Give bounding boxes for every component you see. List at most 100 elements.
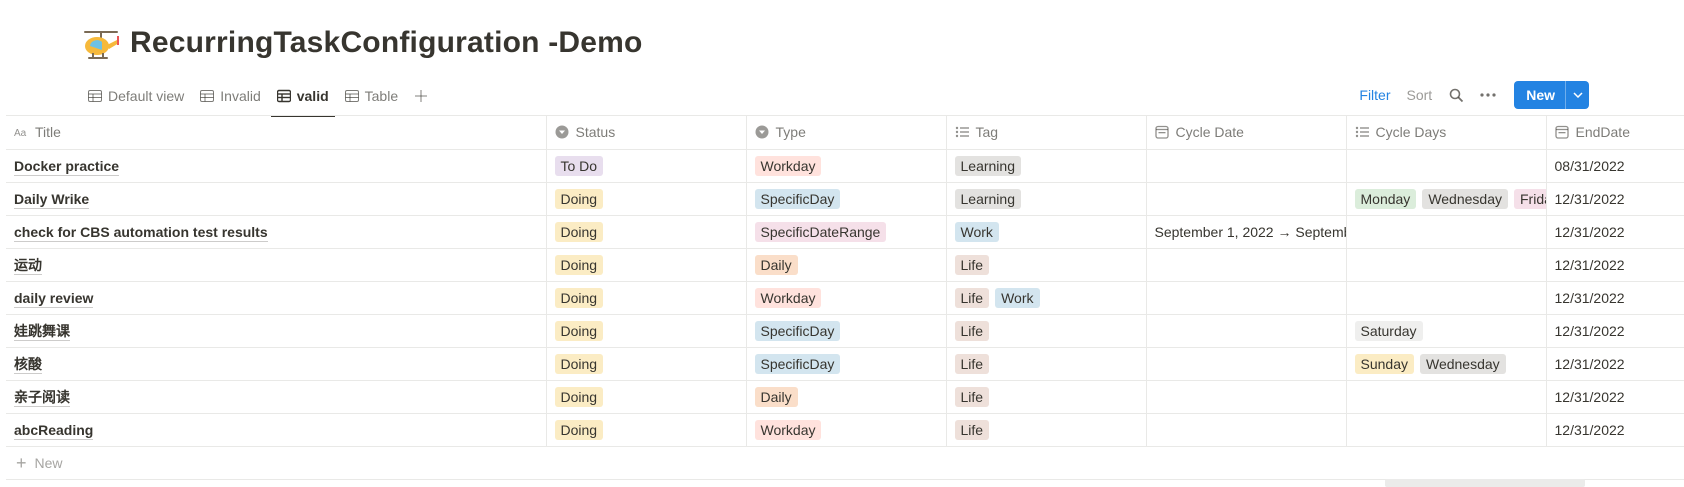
cell-title[interactable]: 运动 (6, 248, 547, 282)
cell-title[interactable]: 娃跳舞课 (6, 314, 547, 348)
cell-type[interactable]: Daily (746, 248, 947, 282)
cell-status[interactable]: Doing (546, 413, 747, 447)
cell-tag[interactable]: Life Work (946, 281, 1147, 315)
cell-title[interactable]: Docker practice (6, 149, 547, 183)
table-row[interactable]: 娃跳舞课 Doing SpecificDay Life Saturday 12/31/20… (6, 314, 1684, 348)
row-title[interactable]: check for CBS automation test results (14, 223, 268, 242)
cell-title[interactable]: Daily Wrike (6, 182, 547, 216)
cell-cycle-date[interactable] (1146, 347, 1347, 381)
column-header-end-date[interactable]: EndDate (1546, 116, 1684, 150)
cell-status[interactable]: Doing (546, 248, 747, 282)
cell-cycle-days[interactable] (1346, 248, 1547, 282)
table-row[interactable]: 运动 Doing Daily Life 12/31/2022 (6, 248, 1684, 282)
cell-cycle-date[interactable] (1146, 314, 1347, 348)
row-title[interactable]: Daily Wrike (14, 190, 90, 209)
cell-cycle-days[interactable] (1346, 281, 1547, 315)
row-title[interactable]: abcReading (14, 421, 94, 440)
tab-invalid[interactable]: Invalid (194, 82, 266, 110)
cell-cycle-days[interactable] (1346, 380, 1547, 414)
cell-cycle-date[interactable] (1146, 248, 1347, 282)
cell-tag[interactable]: Work (946, 215, 1147, 249)
sort-button[interactable]: Sort (1407, 87, 1433, 103)
cell-end-date[interactable]: 12/31/2022 (1546, 347, 1684, 381)
cell-end-date[interactable]: 12/31/2022 (1546, 380, 1684, 414)
table-row[interactable]: abcReading Doing Workday Life 12/31/2022 (6, 413, 1684, 447)
cell-cycle-days[interactable]: MondayWednesday Frida (1346, 182, 1547, 216)
cell-cycle-date[interactable] (1146, 281, 1347, 315)
row-title[interactable]: 运动 (14, 256, 42, 275)
cell-type[interactable]: Workday (746, 413, 947, 447)
cell-end-date[interactable]: 12/31/2022 (1546, 215, 1684, 249)
table-row[interactable]: Daily Wrike Doing SpecificDay Learning Monda… (6, 182, 1684, 216)
column-header-cycle-days[interactable]: Cycle Days (1346, 116, 1547, 150)
cell-type[interactable]: Workday (746, 281, 947, 315)
add-row-button[interactable]: + New (6, 447, 1684, 480)
cell-cycle-date[interactable] (1146, 413, 1347, 447)
row-title[interactable]: daily review (14, 289, 94, 308)
cell-end-date[interactable]: 12/31/2022 (1546, 248, 1684, 282)
column-header-cycle-date[interactable]: Cycle Date (1146, 116, 1347, 150)
cell-tag[interactable]: Life (946, 248, 1147, 282)
table-row[interactable]: daily review Doing Workday Life Work 12/31/20… (6, 281, 1684, 315)
cell-status[interactable]: Doing (546, 215, 747, 249)
column-header-tag[interactable]: Tag (946, 116, 1147, 150)
cell-cycle-days[interactable]: Sunday Wednesday (1346, 347, 1547, 381)
cell-cycle-date[interactable] (1146, 182, 1347, 216)
tab-table[interactable]: Table (339, 82, 404, 110)
cell-cycle-days[interactable]: Saturday (1346, 314, 1547, 348)
cell-tag[interactable]: Learning (946, 182, 1147, 216)
cell-end-date[interactable]: 12/31/2022 (1546, 314, 1684, 348)
cell-tag[interactable]: Learning (946, 149, 1147, 183)
cell-cycle-date[interactable] (1146, 149, 1347, 183)
table-row[interactable]: Docker practice To Do Workday Learning 08/31… (6, 149, 1684, 183)
cell-tag[interactable]: Life (946, 347, 1147, 381)
row-title[interactable]: 娃跳舞课 (14, 322, 70, 341)
row-title[interactable]: 亲子阅读 (14, 388, 70, 407)
chevron-down-icon[interactable] (1565, 81, 1589, 109)
column-header-type[interactable]: Type (746, 116, 947, 150)
cell-title[interactable]: check for CBS automation test results (6, 215, 547, 249)
cell-end-date[interactable]: 12/31/2022 (1546, 281, 1684, 315)
cell-title[interactable]: 亲子阅读 (6, 380, 547, 414)
cell-cycle-days[interactable] (1346, 149, 1547, 183)
cell-type[interactable]: SpecificDay (746, 182, 947, 216)
more-horizontal-icon[interactable] (1480, 87, 1496, 103)
cell-type[interactable]: SpecificDay (746, 347, 947, 381)
cell-tag[interactable]: Life (946, 314, 1147, 348)
new-button[interactable]: New (1514, 81, 1565, 109)
cell-status[interactable]: To Do (546, 149, 747, 183)
cell-tag[interactable]: Life (946, 413, 1147, 447)
cell-cycle-days[interactable] (1346, 413, 1547, 447)
table-row[interactable]: 亲子阅读 Doing Daily Life 12/31/2022 (6, 380, 1684, 414)
table-row[interactable]: check for CBS automation test results Doi… (6, 215, 1684, 249)
add-view-button[interactable] (408, 82, 434, 110)
cell-cycle-date[interactable]: September 1, 2022 → Septemb (1146, 215, 1347, 249)
column-header-status[interactable]: Status (546, 116, 747, 150)
cell-type[interactable]: SpecificDay (746, 314, 947, 348)
cell-status[interactable]: Doing (546, 281, 747, 315)
row-title[interactable]: Docker practice (14, 157, 120, 176)
cell-type[interactable]: Workday (746, 149, 947, 183)
row-title[interactable]: 核酸 (14, 355, 42, 374)
cell-end-date[interactable]: 08/31/2022 (1546, 149, 1684, 183)
table-row[interactable]: 核酸 Doing SpecificDay Life Sunday Wednesday 12/… (6, 347, 1684, 381)
cell-type[interactable]: SpecificDateRange (746, 215, 947, 249)
cell-cycle-days[interactable] (1346, 215, 1547, 249)
horizontal-scrollbar[interactable] (1385, 479, 1585, 487)
tab-valid[interactable]: valid (270, 82, 335, 117)
cell-title[interactable]: 核酸 (6, 347, 547, 381)
tab-default-view[interactable]: Default view (82, 82, 190, 110)
column-header-title[interactable]: Aa Title (6, 116, 547, 150)
cell-end-date[interactable]: 12/31/2022 (1546, 182, 1684, 216)
cell-tag[interactable]: Life (946, 380, 1147, 414)
filter-button[interactable]: Filter (1359, 87, 1390, 103)
cell-type[interactable]: Daily (746, 380, 947, 414)
cell-status[interactable]: Doing (546, 314, 747, 348)
search-icon[interactable] (1448, 87, 1464, 103)
cell-title[interactable]: daily review (6, 281, 547, 315)
cell-status[interactable]: Doing (546, 347, 747, 381)
cell-status[interactable]: Doing (546, 380, 747, 414)
cell-status[interactable]: Doing (546, 182, 747, 216)
cell-end-date[interactable]: 12/31/2022 (1546, 413, 1684, 447)
cell-cycle-date[interactable] (1146, 380, 1347, 414)
